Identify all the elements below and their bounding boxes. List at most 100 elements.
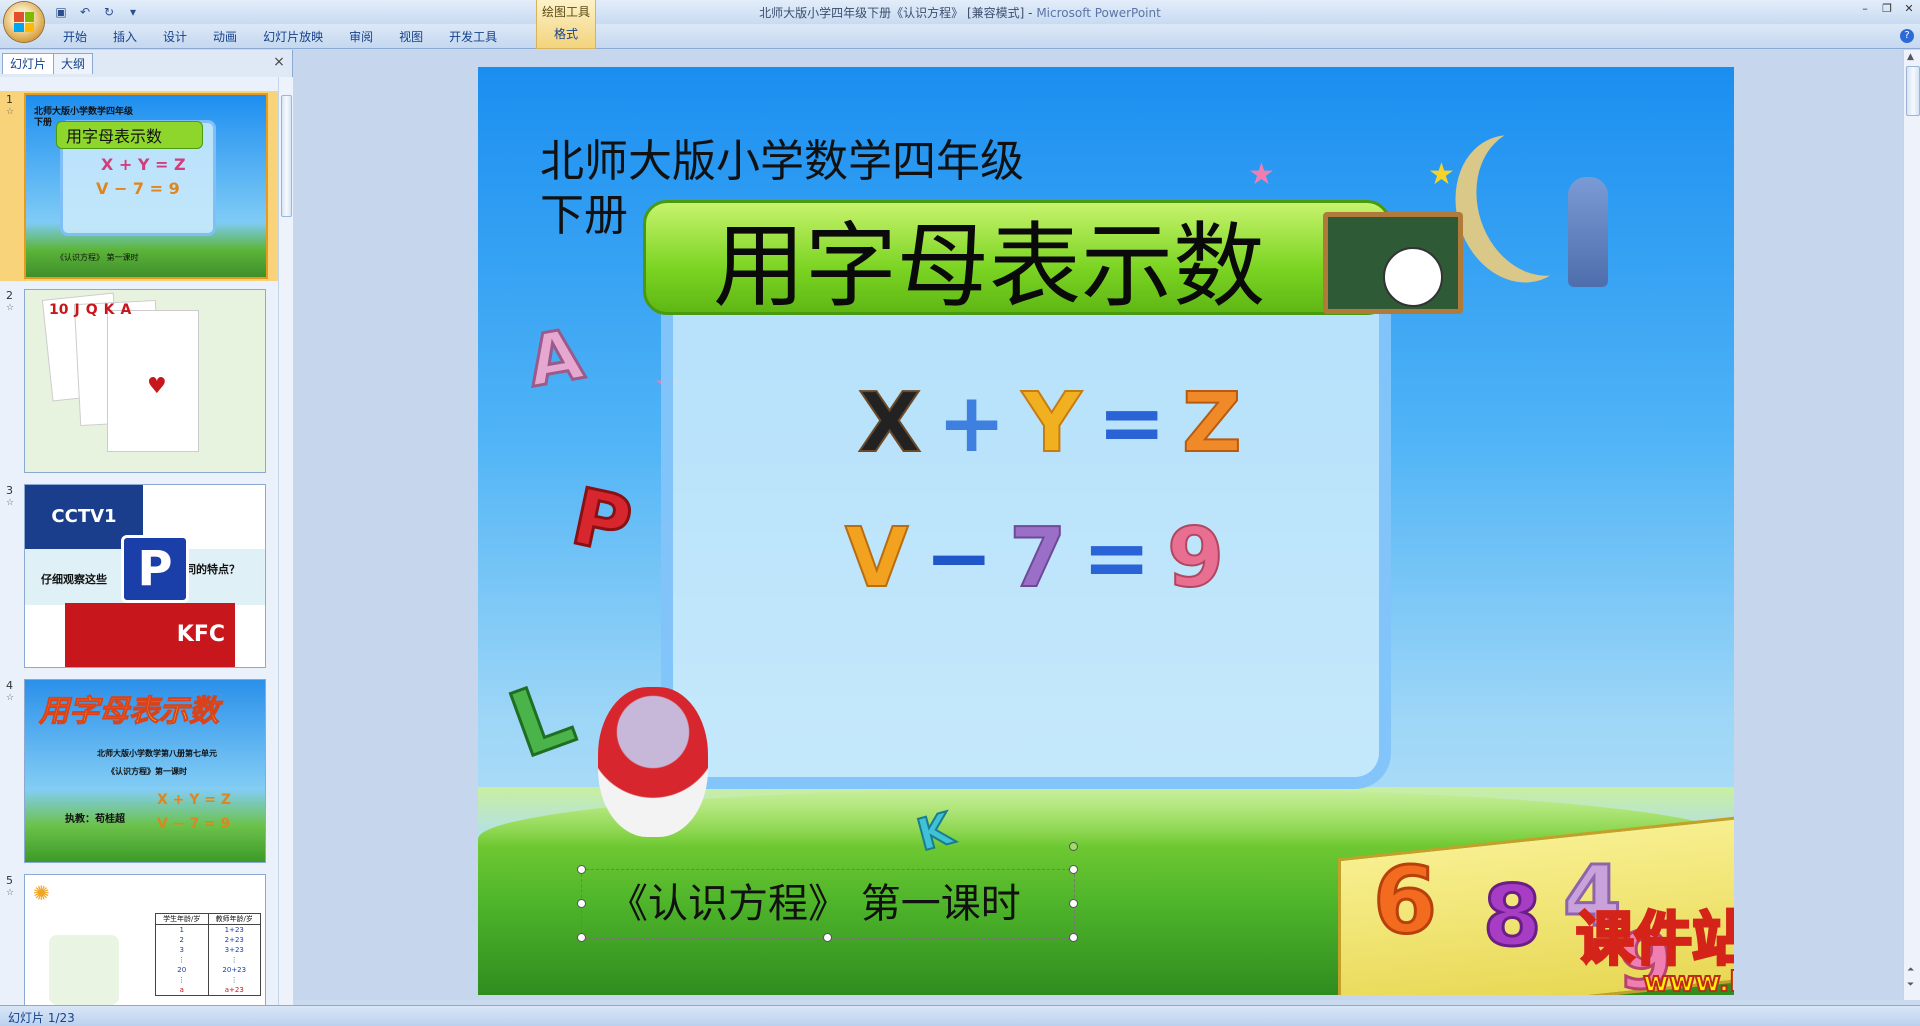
resize-handle[interactable] xyxy=(577,865,586,874)
resize-handle[interactable] xyxy=(577,899,586,908)
thumb-author: 执教：苟桂超 xyxy=(65,814,125,825)
prev-slide-icon[interactable]: ⏶ xyxy=(1907,965,1914,975)
resize-handle[interactable] xyxy=(1069,865,1078,874)
tab-slideshow[interactable]: 幻灯片放映 xyxy=(250,28,336,46)
scroll-up-icon[interactable]: ▲ xyxy=(1907,52,1914,62)
age-table: 学生年龄/岁 教师年龄/岁 1 2 3 ⋮ 20 ⋮ a 1+23 2+23 3+23 ⋮ 20+2… xyxy=(155,913,261,996)
tab-review[interactable]: 审阅 xyxy=(336,28,386,46)
heart-icon: ♥ xyxy=(147,374,167,399)
resize-handle[interactable] xyxy=(577,933,586,942)
panel-tabs: 幻灯片 大纲 xyxy=(2,53,94,75)
star-icon: ★ xyxy=(1248,157,1275,192)
tab-developer[interactable]: 开发工具 xyxy=(436,28,510,46)
resize-handle[interactable] xyxy=(1069,933,1078,942)
office-logo-icon xyxy=(14,12,34,32)
thumb-footer: 《认识方程》 第一课时 xyxy=(56,253,139,262)
kfc-logo: KFC xyxy=(65,603,235,667)
illustration xyxy=(49,935,119,1005)
slide-footer-text[interactable]: 《认识方程》 第一课时 xyxy=(608,879,1021,929)
watermark-logo: 课件站 xyxy=(1574,905,1734,973)
tab-outline[interactable]: 大纲 xyxy=(53,53,94,74)
slide-scrollbar[interactable]: ▲ ⏶ ⏷ xyxy=(1903,50,1920,1000)
context-group-label: 绘图工具 xyxy=(541,5,590,19)
ribbon-tabs-bar: 开始 插入 设计 动画 幻灯片放映 审阅 视图 开发工具 ? xyxy=(0,24,1920,49)
playing-card-ranks: 10 J Q K A xyxy=(49,302,132,318)
book-digit-8: 8 xyxy=(1481,866,1542,967)
tab-view[interactable]: 视图 xyxy=(386,28,436,46)
document-title: 北师大版小学四年级下册《认识方程》 [兼容模式] - xyxy=(759,6,1037,20)
eq-var-v: V xyxy=(844,511,909,606)
office-button[interactable] xyxy=(4,2,44,42)
close-icon[interactable]: ✕ xyxy=(1902,1,1916,15)
slide-title[interactable]: 用字母表示数 xyxy=(713,217,1265,317)
tab-design[interactable]: 设计 xyxy=(150,28,200,46)
eq-equals: = xyxy=(1082,511,1151,606)
eq-minus: − xyxy=(924,511,994,606)
status-bar: 幻灯片 1/23 xyxy=(0,1005,1920,1026)
slide-thumbnail-2[interactable]: 2 ☆ 10 J Q K A ♥ xyxy=(0,287,278,477)
thumb-eq2: V − 7 = 9 xyxy=(96,179,180,198)
tab-insert[interactable]: 插入 xyxy=(100,28,150,46)
girl-on-moon xyxy=(1568,177,1608,287)
book-digit-6: 6 xyxy=(1371,846,1438,956)
thumbnail-number: 3 xyxy=(6,484,13,497)
animation-star-icon: ☆ xyxy=(6,303,15,313)
eq-var-x: X xyxy=(857,376,922,471)
close-panel-icon[interactable]: × xyxy=(272,55,286,69)
slide-thumbnail-5[interactable]: 5 ☆ ✺ 学生年龄/岁 教师年龄/岁 1 2 3 ⋮ 20 ⋮ a 1+23 2+23 xyxy=(0,872,278,1005)
decor-letter-l: L xyxy=(495,659,588,780)
slide-1[interactable]: ★ ★ ★ 北师大版小学数学四年级 下册 用字母表示数 X+Y=Z V−7=9 … xyxy=(478,67,1734,995)
resize-handle[interactable] xyxy=(823,933,832,942)
animation-star-icon: ☆ xyxy=(6,693,15,703)
thumbnail-preview: ✺ 学生年龄/岁 教师年龄/岁 1 2 3 ⋮ 20 ⋮ a 1+23 2+23 3+23 ⋮ 20… xyxy=(24,874,266,1005)
scrollbar-thumb[interactable] xyxy=(1906,66,1920,116)
thumbnail-preview: 10 J Q K A ♥ xyxy=(24,289,266,473)
thumbnail-list: 1 ☆ 北师大版小学数学四年级 下册 用字母表示数 X + Y = Z V − … xyxy=(0,77,278,1005)
tab-home[interactable]: 开始 xyxy=(50,28,100,46)
tab-format[interactable]: 格式 xyxy=(537,24,595,44)
drawing-tools-context-group: 绘图工具 格式 xyxy=(536,0,596,49)
thumb-eq1: X + Y = Z xyxy=(157,792,232,808)
equation-1[interactable]: X + Y = Z xyxy=(857,376,1258,471)
mouse-mascot xyxy=(598,687,708,837)
slide-thumbnail-4[interactable]: 4 ☆ 用字母表示数 北师大版小学数学第八册第七单元 《认识方程》第一课时 执教… xyxy=(0,677,278,867)
next-slide-icon[interactable]: ⏷ xyxy=(1907,980,1914,990)
watermark-url: www.kjzhan.com xyxy=(1642,964,1734,995)
eq-number-9: 9 xyxy=(1166,511,1225,606)
window-title: 北师大版小学四年级下册《认识方程》 [兼容模式] - Microsoft Pow… xyxy=(0,4,1920,21)
restore-icon[interactable]: ❐ xyxy=(1880,1,1894,15)
resize-handle[interactable] xyxy=(1069,899,1078,908)
rotate-handle[interactable] xyxy=(1069,842,1078,851)
scrollbar-thumb[interactable] xyxy=(281,95,292,217)
equation-2[interactable]: V −7 = 9 xyxy=(844,511,1240,606)
eq-var-y: Y xyxy=(1021,376,1082,471)
ribbon-tabs: 开始 插入 设计 动画 幻灯片放映 审阅 视图 开发工具 xyxy=(50,28,510,46)
tab-animations[interactable]: 动画 xyxy=(200,28,250,46)
minimize-icon[interactable]: – xyxy=(1858,1,1872,15)
table-column-teacher: 1+23 2+23 3+23 ⋮ 20+23 ⋮ a+23 xyxy=(207,925,261,995)
thumbnail-scrollbar[interactable] xyxy=(278,77,293,1005)
slide-thumbnail-1[interactable]: 1 ☆ 北师大版小学数学四年级 下册 用字母表示数 X + Y = Z V − … xyxy=(0,91,278,281)
thumb-eq1: X + Y = Z xyxy=(101,155,186,174)
thumbnail-preview: 北师大版小学数学四年级 下册 用字母表示数 X + Y = Z V − 7 = … xyxy=(24,93,268,279)
eq-var-z: Z xyxy=(1181,376,1242,471)
thumb-subtitle-2: 《认识方程》第一课时 xyxy=(107,767,187,776)
app-name: Microsoft PowerPoint xyxy=(1036,6,1161,20)
animation-star-icon: ☆ xyxy=(6,888,15,898)
thumb-question: 仔细观察这些 xyxy=(41,573,107,586)
tab-slides[interactable]: 幻灯片 xyxy=(2,53,55,74)
table-header: 学生年龄/岁 xyxy=(163,915,201,923)
decor-letter-p: P xyxy=(563,471,641,574)
eq-equals: = xyxy=(1097,376,1167,471)
star-icon: ★ xyxy=(1428,157,1455,192)
thumb-title: 用字母表示数 xyxy=(39,694,220,730)
thumbnail-preview: 用字母表示数 北师大版小学数学第八册第七单元 《认识方程》第一课时 执教：苟桂超… xyxy=(24,679,266,863)
slides-panel: 幻灯片 大纲 × 1 ☆ 北师大版小学数学四年级 下册 用字母表示数 X + Y… xyxy=(0,50,293,1005)
thumb-subtitle: 北师大版小学数学第八册第七单元 xyxy=(97,749,217,758)
slide-thumbnail-3[interactable]: 3 ☆ CCTV1 仔细观察这些 同的特点？ P KFC xyxy=(0,482,278,672)
decor-letter-a: A xyxy=(520,311,591,404)
slide-counter: 幻灯片 1/23 xyxy=(8,1011,75,1025)
help-icon[interactable]: ? xyxy=(1900,29,1914,43)
thumbnail-preview: CCTV1 仔细观察这些 同的特点？ P KFC xyxy=(24,484,266,668)
sun-icon: ✺ xyxy=(33,881,50,905)
